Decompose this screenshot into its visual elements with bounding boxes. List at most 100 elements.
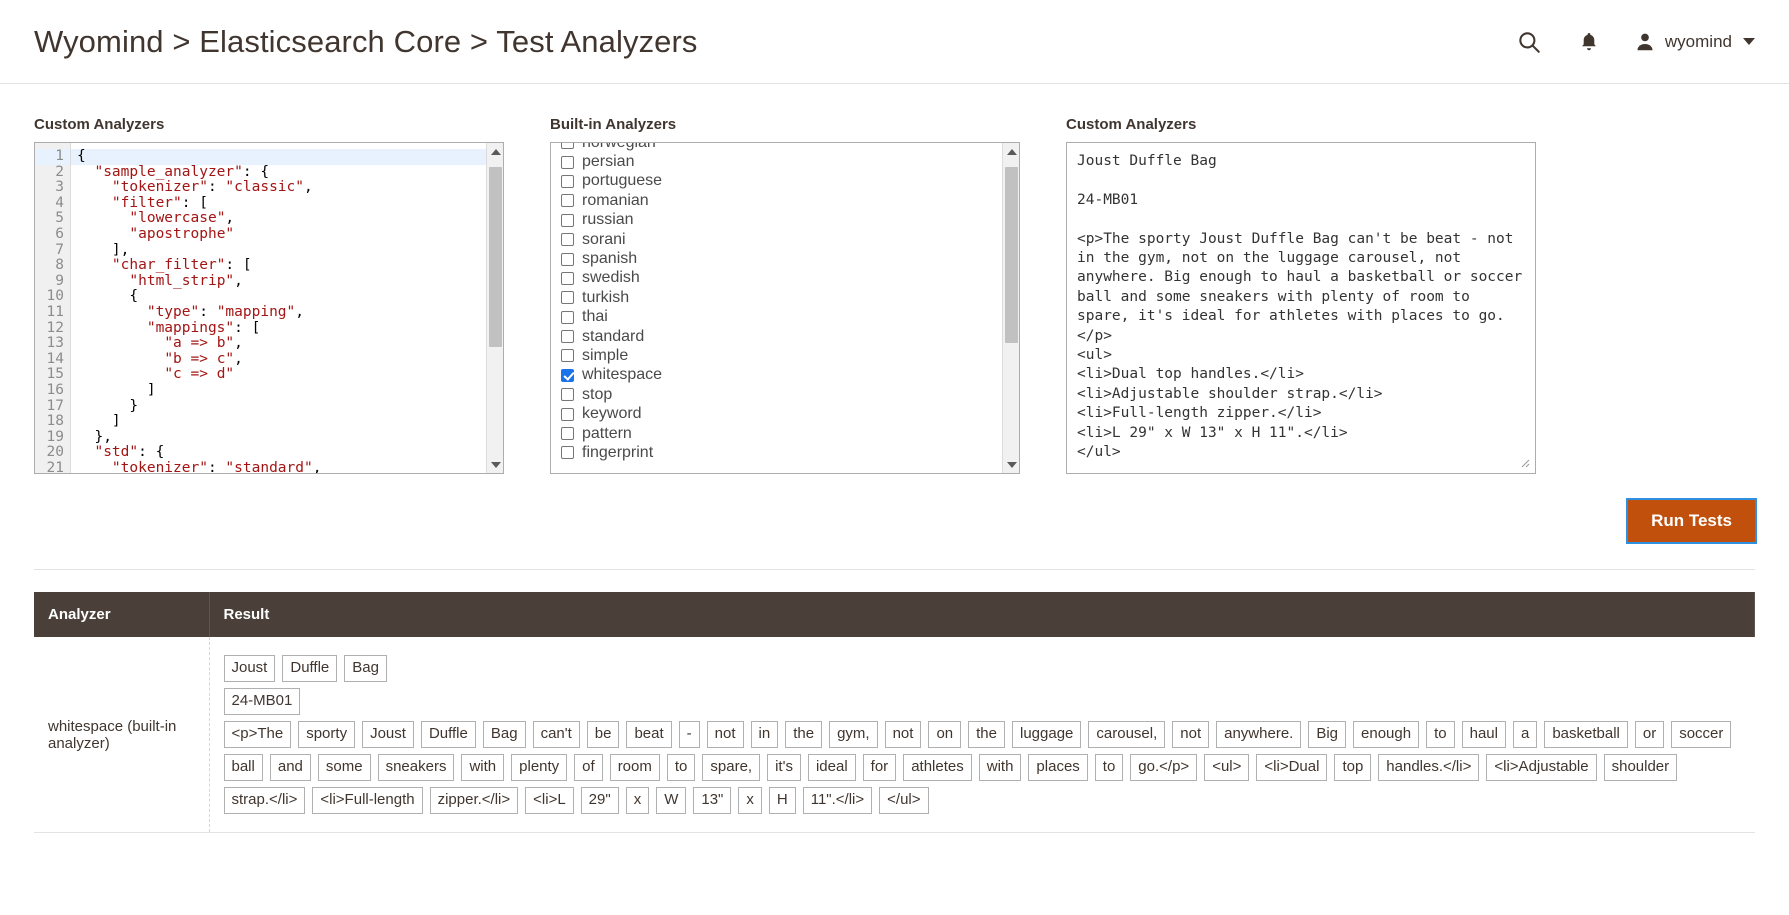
notifications-bell-icon[interactable] xyxy=(1574,27,1604,57)
line-number: 1 xyxy=(35,148,70,165)
code-line: "char_filter": [ xyxy=(111,257,252,274)
checkbox-icon[interactable] xyxy=(561,155,574,169)
custom-analyzers-label: Custom Analyzers xyxy=(34,116,165,133)
code-line: "c => d" xyxy=(164,366,235,383)
builtin-analyzer-option[interactable]: romanian xyxy=(561,191,1019,210)
token: go.</p> xyxy=(1130,754,1198,781)
builtin-analyzer-option[interactable]: portuguese xyxy=(561,172,1019,191)
scroll-down-arrow-icon[interactable] xyxy=(487,456,503,473)
checkbox-icon[interactable] xyxy=(561,174,574,188)
token: haul xyxy=(1461,721,1506,748)
builtin-analyzer-option[interactable]: whitespace xyxy=(561,366,1019,385)
token: beat xyxy=(626,721,672,748)
run-tests-button[interactable]: Run Tests xyxy=(1626,498,1757,544)
checkbox-icon[interactable] xyxy=(561,407,574,421)
builtin-analyzer-label: spanish xyxy=(582,250,638,268)
token: 13" xyxy=(693,787,732,814)
checkbox-checked-icon[interactable] xyxy=(561,368,574,382)
scrollbar-thumb[interactable] xyxy=(1005,167,1018,343)
token: <li>Dual xyxy=(1256,754,1328,781)
line-number: 16 xyxy=(46,381,64,398)
builtin-analyzer-option[interactable]: stop xyxy=(561,385,1019,404)
token: x xyxy=(738,787,762,814)
builtin-analyzer-option[interactable]: spanish xyxy=(561,249,1019,268)
token: Joust xyxy=(223,655,276,682)
test-text-input[interactable]: Joust Duffle Bag 24-MB01 <p>The sporty J… xyxy=(1066,142,1536,474)
token: strap.</li> xyxy=(223,787,306,814)
token: zipper.</li> xyxy=(429,787,519,814)
checkbox-icon[interactable] xyxy=(561,271,574,285)
builtin-analyzer-label: thai xyxy=(582,308,608,326)
editor-code-area[interactable]: { "sample_analyzer": { "tokenizer": "cla… xyxy=(71,143,503,473)
code-line: } xyxy=(77,397,139,414)
token: Duffle xyxy=(282,655,338,682)
builtin-analyzers-panel: Built-in Analyzers norwegian persian portu… xyxy=(550,116,1020,474)
scrollbar-thumb[interactable] xyxy=(489,167,502,347)
custom-analyzers-editor[interactable]: 1 2 3 4 5 6 7 8 9 10 11 12 13 14 15 16 17 18 19 20 21 { "sam… xyxy=(34,142,504,474)
builtin-analyzer-label: simple xyxy=(582,346,629,364)
builtin-analyzer-option[interactable]: fingerprint xyxy=(561,443,1019,462)
token: can't xyxy=(532,721,580,748)
builtin-analyzer-option[interactable]: turkish xyxy=(561,288,1019,307)
code-line: "tokenizer": "standard", xyxy=(111,459,322,473)
analyzer-panels: Custom Analyzers 1 2 3 4 5 6 7 8 9 10 11 12 13 14 15 16… xyxy=(0,84,1789,474)
builtin-analyzer-option[interactable]: sorani xyxy=(561,230,1019,249)
builtin-analyzer-option[interactable]: norwegian xyxy=(561,143,1019,152)
builtin-analyzer-option[interactable]: thai xyxy=(561,308,1019,327)
results-table: Analyzer Result whitespace (built-in ana… xyxy=(34,592,1755,833)
checkbox-icon[interactable] xyxy=(561,194,574,208)
table-header-row: Analyzer Result xyxy=(34,592,1755,637)
token: with xyxy=(461,754,505,781)
builtin-analyzer-option[interactable]: russian xyxy=(561,211,1019,230)
line-number: 14 xyxy=(46,350,64,367)
user-menu[interactable]: wyomind xyxy=(1634,31,1755,53)
builtin-list-scrollbar[interactable] xyxy=(1002,143,1019,473)
builtin-analyzers-list[interactable]: norwegian persian portuguese romanian russia… xyxy=(550,142,1020,474)
scroll-up-arrow-icon[interactable] xyxy=(1003,143,1019,160)
checkbox-icon[interactable] xyxy=(561,252,574,266)
scroll-down-arrow-icon[interactable] xyxy=(1003,456,1019,473)
token-line: Joust Duffle Bag xyxy=(223,655,1741,682)
checkbox-icon[interactable] xyxy=(561,388,574,402)
token: athletes xyxy=(903,754,972,781)
builtin-analyzer-label: swedish xyxy=(582,269,640,287)
line-number: 11 xyxy=(46,303,64,320)
builtin-analyzer-option[interactable]: swedish xyxy=(561,269,1019,288)
token: anywhere. xyxy=(1216,721,1302,748)
checkbox-icon[interactable] xyxy=(561,427,574,441)
checkbox-icon[interactable] xyxy=(561,143,574,150)
builtin-analyzer-option[interactable]: simple xyxy=(561,346,1019,365)
token: for xyxy=(862,754,897,781)
checkbox-icon[interactable] xyxy=(561,349,574,363)
user-avatar-icon xyxy=(1637,33,1653,50)
checkbox-icon[interactable] xyxy=(561,291,574,305)
checkbox-icon[interactable] xyxy=(561,233,574,247)
token: sneakers xyxy=(377,754,455,781)
builtin-analyzer-option[interactable]: standard xyxy=(561,327,1019,346)
builtin-analyzer-option[interactable]: persian xyxy=(561,152,1019,171)
checkbox-icon[interactable] xyxy=(561,330,574,344)
builtin-analyzer-label: russian xyxy=(582,211,634,229)
code-line: "sample_analyzer": { xyxy=(94,163,270,180)
token: soccer xyxy=(1671,721,1732,748)
token: be xyxy=(586,721,620,748)
resize-grip-icon[interactable] xyxy=(1518,456,1530,468)
checkbox-icon[interactable] xyxy=(561,310,574,324)
builtin-analyzer-option[interactable]: keyword xyxy=(561,404,1019,423)
token: shoulder xyxy=(1603,754,1678,781)
checkbox-icon[interactable] xyxy=(561,213,574,227)
line-number: 10 xyxy=(46,288,64,305)
token: enough xyxy=(1353,721,1420,748)
line-number: 15 xyxy=(46,366,64,383)
editor-scrollbar[interactable] xyxy=(486,143,503,473)
token: </ul> xyxy=(879,787,929,814)
code-line: ] xyxy=(77,413,121,430)
token: basketball xyxy=(1544,721,1628,748)
search-icon[interactable] xyxy=(1514,27,1544,57)
checkbox-icon[interactable] xyxy=(561,446,574,460)
builtin-analyzer-option[interactable]: pattern xyxy=(561,424,1019,443)
code-line: "lowercase", xyxy=(129,210,235,227)
token: <li>L xyxy=(525,787,574,814)
token: ball xyxy=(223,754,263,781)
scroll-up-arrow-icon[interactable] xyxy=(487,143,503,160)
